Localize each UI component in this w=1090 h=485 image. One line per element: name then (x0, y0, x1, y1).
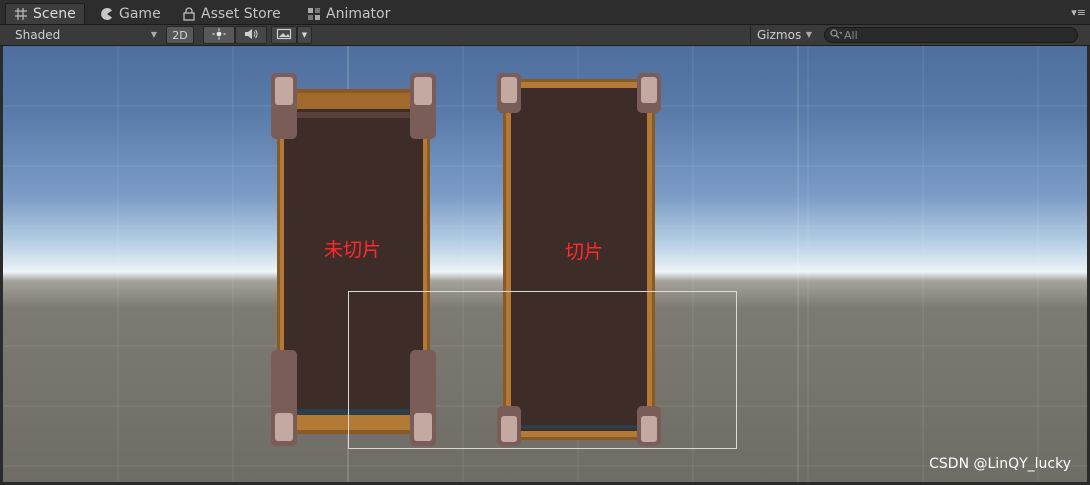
tab-scene-label: Scene (33, 6, 76, 22)
gizmos-dropdown[interactable]: Gizmos ▼ (750, 26, 816, 44)
game-pacman-icon (100, 7, 114, 21)
dropdown-arrow-icon: ▼ (805, 30, 812, 39)
window-tab-bar: Scene Game Asset Store Animator ▾≡ (0, 0, 1090, 25)
search-icon (830, 28, 843, 42)
tab-menu-icon[interactable]: ▾≡ (1071, 6, 1086, 19)
animator-grid-icon (307, 7, 321, 21)
tab-scene[interactable]: Scene (5, 3, 85, 24)
shading-mode-dropdown[interactable]: Shaded ▼ (9, 26, 161, 44)
tab-game[interactable]: Game (92, 3, 170, 24)
effects-toggle[interactable] (271, 26, 297, 44)
sliced-label: 切片 (565, 241, 604, 263)
gizmos-label: Gizmos (757, 28, 802, 42)
tab-asset-store-label: Asset Store (201, 5, 281, 22)
asset-store-lock-icon (182, 6, 196, 21)
2d-mode-label: 2D (172, 28, 188, 42)
tab-animator-label: Animator (326, 5, 391, 22)
tab-game-label: Game (119, 5, 161, 22)
search-placeholder: All (844, 28, 858, 42)
watermark: CSDN @LinQY_lucky (929, 456, 1071, 472)
sun-icon (211, 28, 227, 43)
effects-dropdown[interactable]: ▼ (297, 26, 312, 44)
scene-search-field[interactable]: All (824, 27, 1078, 43)
tab-animator[interactable]: Animator (299, 3, 399, 24)
shading-mode-value: Shaded (15, 28, 61, 42)
dropdown-arrow-icon: ▼ (301, 31, 308, 39)
dropdown-arrow-icon: ▼ (150, 30, 157, 39)
image-effects-icon (276, 28, 292, 43)
scene-viewport[interactable]: 未切片 切片 CSDN @LinQY_lucky (3, 46, 1087, 482)
scene-toolbar: Shaded ▼ 2D ▼ Gizmos ▼ All (0, 25, 1090, 46)
scene-grid-icon (14, 7, 28, 21)
camera-bounds-rect (348, 291, 737, 449)
tab-asset-store[interactable]: Asset Store (174, 3, 292, 24)
audio-toggle[interactable] (235, 26, 267, 44)
unsliced-label: 未切片 (324, 239, 382, 261)
2d-mode-toggle[interactable]: 2D (166, 26, 194, 44)
lighting-toggle[interactable] (203, 26, 235, 44)
speaker-icon (243, 28, 259, 43)
